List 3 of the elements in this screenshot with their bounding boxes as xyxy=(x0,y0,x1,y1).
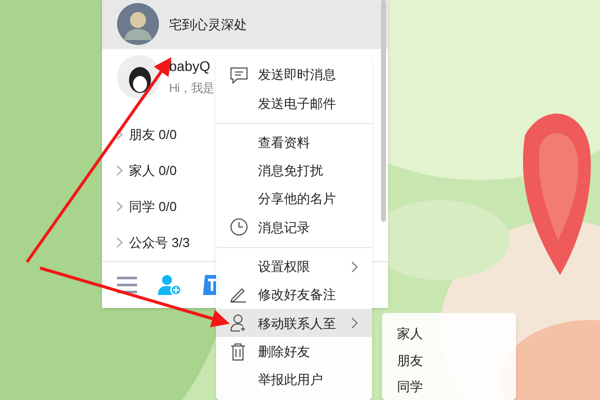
contact-name: 宅到心灵深处 xyxy=(169,16,247,34)
message-preview: Hi，我是 xyxy=(169,80,214,98)
contact-name: babyQ xyxy=(169,57,212,76)
